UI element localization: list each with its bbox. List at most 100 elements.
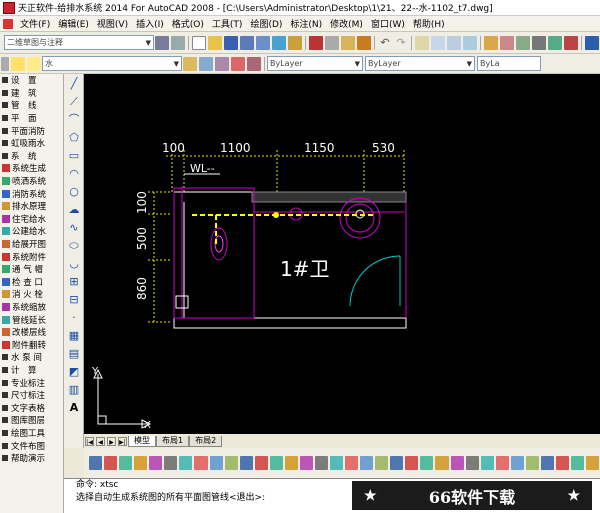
open-folder-icon[interactable] (208, 35, 222, 50)
rectangle-icon[interactable]: ▭ (66, 148, 82, 164)
sidebar-item[interactable]: 专业标注 (0, 376, 63, 389)
modify-tool-icon[interactable] (555, 456, 569, 470)
sidebar-item[interactable]: 文件布图 (0, 439, 63, 452)
zoom-realtime-icon[interactable] (431, 35, 445, 50)
properties-icon[interactable] (484, 35, 498, 50)
linetype-select[interactable]: ByLayer ▼ (365, 56, 475, 71)
paste-icon[interactable] (341, 35, 355, 50)
publish-icon[interactable] (272, 35, 286, 50)
modify-tool-icon[interactable] (465, 456, 479, 470)
sidebar-item[interactable]: 管 线 (0, 99, 63, 112)
layer-previous-icon[interactable] (199, 56, 213, 71)
print-preview-icon[interactable] (256, 35, 270, 50)
workspace-select[interactable]: 二维草图与注释 ▼ (4, 35, 154, 50)
menu-insert[interactable]: 插入(I) (132, 17, 168, 30)
lineweight-select[interactable]: ByLa (477, 56, 541, 71)
table-icon[interactable]: ▥ (66, 382, 82, 398)
modify-tool-icon[interactable] (89, 456, 103, 470)
modify-tool-icon[interactable] (119, 456, 133, 470)
sidebar-item[interactable]: 改楼层线 (0, 326, 63, 339)
modify-tool-icon[interactable] (269, 456, 283, 470)
menu-help[interactable]: 帮助(H) (409, 17, 449, 30)
zoom-window-icon[interactable] (447, 35, 461, 50)
modify-tool-icon[interactable] (435, 456, 449, 470)
modify-tool-icon[interactable] (525, 456, 539, 470)
modify-tool-icon[interactable] (540, 456, 554, 470)
plot-icon[interactable] (288, 35, 302, 50)
sidebar-item[interactable]: 排水原理 (0, 200, 63, 213)
modify-tool-icon[interactable] (330, 456, 344, 470)
sidebar-item[interactable]: 绘图工具 (0, 427, 63, 440)
gradient-icon[interactable]: ▤ (66, 346, 82, 362)
polygon-icon[interactable]: ⬠ (66, 130, 82, 146)
construction-line-icon[interactable]: ⟋ (66, 94, 82, 110)
modify-tool-icon[interactable] (164, 456, 178, 470)
arc-icon[interactable]: ◠ (66, 166, 82, 182)
undo-icon[interactable]: ↶ (378, 36, 392, 50)
sidebar-item[interactable]: 喷洒系统 (0, 175, 63, 188)
markup-icon[interactable] (548, 35, 562, 50)
sidebar-item[interactable]: 系 统 (0, 150, 63, 163)
prev-tab-icon[interactable]: ◀ (96, 436, 105, 446)
modify-tool-icon[interactable] (390, 456, 404, 470)
sidebar-item[interactable]: 虹吸雨水 (0, 137, 63, 150)
make-block-icon[interactable]: ⊟ (66, 292, 82, 308)
layer-manager-icon[interactable] (183, 56, 197, 71)
modify-tool-icon[interactable] (480, 456, 494, 470)
menu-modify[interactable]: 修改(M) (326, 17, 367, 30)
redo-icon[interactable]: ↷ (394, 36, 408, 50)
menu-format[interactable]: 格式(O) (168, 17, 208, 30)
sidebar-item[interactable]: 水 泵 间 (0, 351, 63, 364)
modify-tool-icon[interactable] (239, 456, 253, 470)
insert-block-icon[interactable]: ⊞ (66, 274, 82, 290)
modify-tool-icon[interactable] (586, 456, 600, 470)
modify-tool-icon[interactable] (194, 456, 208, 470)
modify-tool-icon[interactable] (495, 456, 509, 470)
print-icon[interactable] (240, 35, 254, 50)
sidebar-item[interactable]: 系统附件 (0, 250, 63, 263)
line-icon[interactable]: ╱ (66, 76, 82, 92)
sidebar-item[interactable]: 消 火 栓 (0, 288, 63, 301)
revision-cloud-icon[interactable]: ☁ (66, 202, 82, 218)
modify-tool-icon[interactable] (299, 456, 313, 470)
help-icon[interactable] (585, 35, 599, 50)
pan-icon[interactable] (415, 35, 429, 50)
modify-tool-icon[interactable] (314, 456, 328, 470)
layer-off-icon[interactable] (247, 56, 261, 71)
region-icon[interactable]: ◩ (66, 364, 82, 380)
modify-tool-icon[interactable] (450, 456, 464, 470)
sheet-set-icon[interactable] (532, 35, 546, 50)
first-tab-icon[interactable]: |◀ (85, 436, 94, 446)
sidebar-item[interactable]: 计 算 (0, 364, 63, 377)
sidebar-item[interactable]: 图库图层 (0, 414, 63, 427)
layer-select[interactable]: 水 ▼ (42, 56, 182, 71)
cut-icon[interactable] (309, 35, 323, 50)
layer-state-icon[interactable] (215, 56, 229, 71)
sidebar-item[interactable]: 消防系统 (0, 187, 63, 200)
menu-file[interactable]: 文件(F) (16, 17, 54, 30)
workspace-icon[interactable] (171, 35, 185, 50)
modify-tool-icon[interactable] (375, 456, 389, 470)
modify-tool-icon[interactable] (104, 456, 118, 470)
drawing-canvas[interactable]: 100 1100 1150 530 100 500 860 WL-- 1#卫 Y… (84, 74, 600, 434)
calculator-icon[interactable] (564, 35, 578, 50)
sidebar-item[interactable]: 平面消防 (0, 124, 63, 137)
sidebar-item[interactable]: 设 置 (0, 74, 63, 87)
sidebar-item[interactable]: 住宅给水 (0, 213, 63, 226)
menu-window[interactable]: 窗口(W) (367, 17, 409, 30)
bulb-icon[interactable] (11, 56, 25, 71)
modify-tool-icon[interactable] (420, 456, 434, 470)
sidebar-item[interactable]: 帮助演示 (0, 452, 63, 465)
modify-tool-icon[interactable] (134, 456, 148, 470)
modify-tool-icon[interactable] (510, 456, 524, 470)
save-icon[interactable] (224, 35, 238, 50)
sidebar-item[interactable]: 检 查 口 (0, 276, 63, 289)
sidebar-item[interactable]: 通 气 帽 (0, 263, 63, 276)
modify-tool-icon[interactable] (209, 456, 223, 470)
menu-view[interactable]: 视图(V) (93, 17, 132, 30)
sidebar-item[interactable]: 平 面 (0, 112, 63, 125)
sidebar-item[interactable]: 附件翻转 (0, 338, 63, 351)
menu-tools[interactable]: 工具(T) (208, 17, 247, 30)
circle-icon[interactable]: ○ (66, 184, 82, 200)
copy-icon[interactable] (325, 35, 339, 50)
